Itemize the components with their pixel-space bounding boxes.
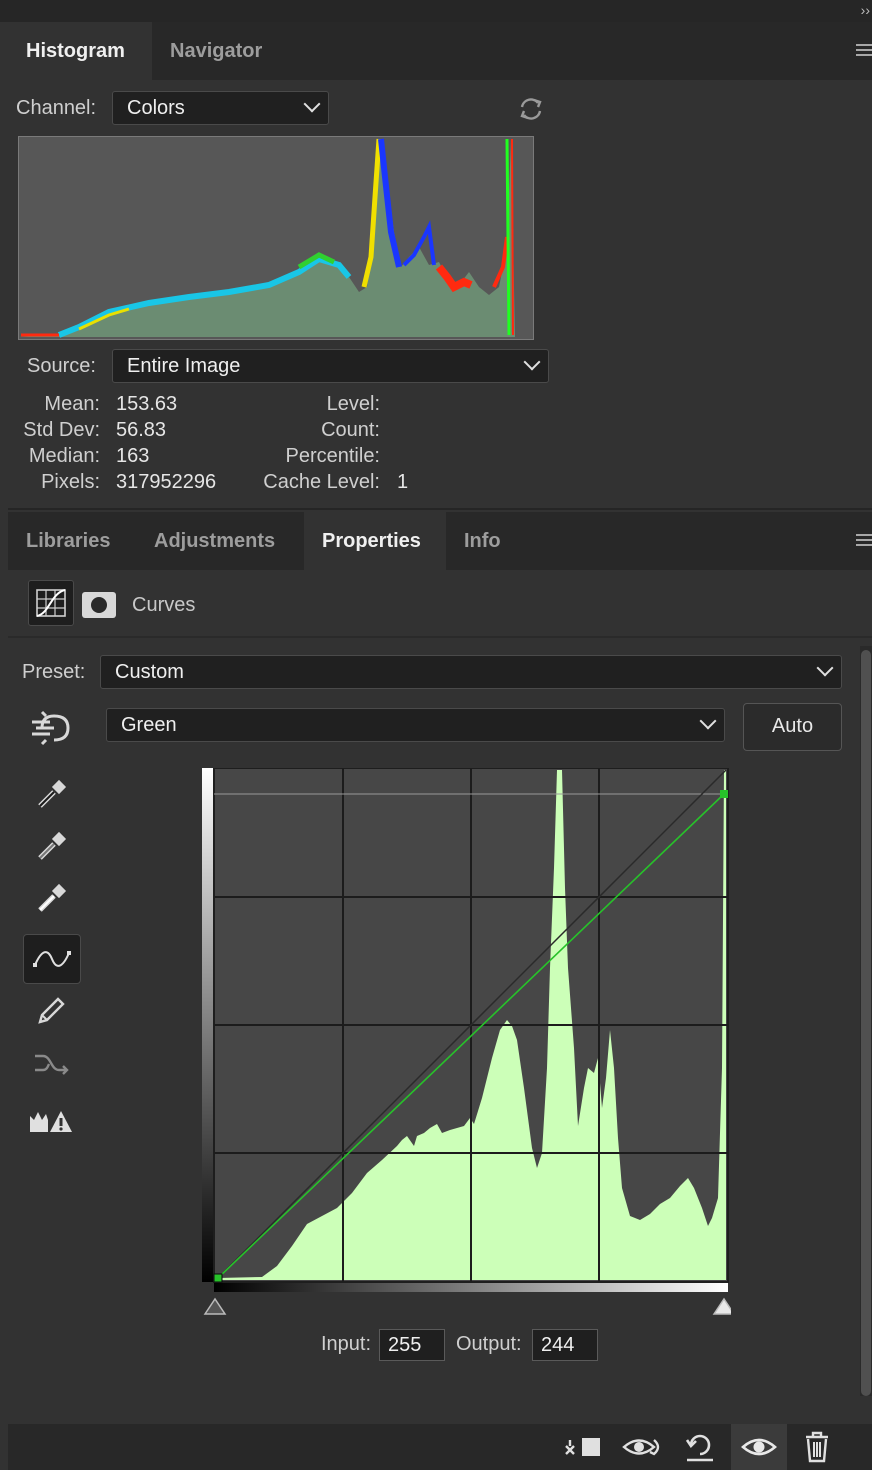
clip-to-layer-icon[interactable]: [562, 1428, 602, 1466]
pixels-label: Pixels:: [41, 471, 100, 493]
level-label: Level:: [326, 393, 380, 415]
adjustment-title: Curves: [132, 594, 196, 616]
median-value: 163: [116, 445, 150, 467]
panel-divider: [8, 508, 872, 510]
sample-highlight-eyedropper-icon[interactable]: [28, 876, 74, 922]
tab-adjustments[interactable]: Adjustments: [136, 512, 304, 570]
preset-label: Preset:: [22, 661, 86, 683]
tab-properties[interactable]: Properties: [304, 512, 446, 570]
cache-level-value: 1: [397, 471, 409, 493]
curve-points-icon[interactable]: [23, 934, 81, 984]
mean-label: Mean:: [44, 393, 100, 415]
refresh-icon[interactable]: [516, 94, 546, 124]
source-select[interactable]: Entire Image: [112, 349, 549, 383]
sample-shadow-eyedropper-icon[interactable]: [28, 772, 74, 818]
collapse-panels-icon[interactable]: ››: [861, 2, 870, 18]
targeted-adjustment-icon[interactable]: [28, 708, 74, 748]
header-divider: [8, 636, 872, 638]
curve-channel-select[interactable]: Green: [106, 708, 725, 742]
output-field[interactable]: 244: [532, 1329, 598, 1361]
preset-value: Custom: [115, 661, 184, 683]
sample-midtone-eyedropper-icon[interactable]: [28, 824, 74, 870]
pencil-icon[interactable]: [28, 988, 74, 1034]
stddev-label: Std Dev:: [23, 419, 100, 441]
view-previous-icon[interactable]: [622, 1428, 662, 1466]
count-label: Count:: [321, 419, 380, 441]
chevron-down-icon: [303, 95, 321, 113]
cache-level-label: Cache Level:: [263, 471, 380, 493]
curves-graph[interactable]: [202, 767, 736, 1316]
panel-dock-header: [0, 0, 872, 22]
mean-value: 153.63: [116, 393, 178, 415]
preset-select[interactable]: Custom: [100, 655, 842, 689]
histogram-panel-menu-icon[interactable]: [856, 44, 872, 58]
channel-label: Channel:: [16, 97, 97, 119]
chevron-down-icon: [699, 712, 717, 730]
channel-select[interactable]: Colors: [112, 91, 329, 125]
source-label: Source:: [27, 355, 96, 377]
curves-adjustment-icon[interactable]: [28, 580, 74, 626]
reset-icon[interactable]: [680, 1428, 720, 1466]
input-field[interactable]: 255: [379, 1329, 445, 1361]
chevron-down-icon: [816, 659, 834, 677]
input-label: Input:: [321, 1333, 372, 1355]
tab-navigator[interactable]: Navigator: [152, 22, 288, 80]
pixels-value: 317952296: [116, 471, 217, 493]
histogram-tabbar: Histogram Navigator: [8, 22, 872, 80]
smooth-icon[interactable]: [28, 1040, 74, 1086]
curve-channel-value: Green: [121, 714, 177, 736]
properties-scrollbar-thumb[interactable]: [861, 650, 871, 1396]
tab-histogram[interactable]: Histogram: [8, 22, 152, 80]
clipping-warning-icon[interactable]: [28, 1098, 74, 1144]
properties-panel-menu-icon[interactable]: [856, 534, 872, 548]
properties-tabbar: Libraries Adjustments Properties Info: [8, 512, 872, 570]
tab-info[interactable]: Info: [446, 512, 526, 570]
visibility-icon[interactable]: [739, 1428, 779, 1466]
median-label: Median:: [28, 445, 100, 467]
percentile-label: Percentile:: [285, 445, 381, 467]
stddev-value: 56.83: [116, 419, 167, 441]
channel-value: Colors: [127, 97, 185, 119]
source-value: Entire Image: [127, 355, 241, 377]
output-label: Output:: [456, 1333, 522, 1355]
chevron-down-icon: [523, 353, 541, 371]
tab-libraries[interactable]: Libraries: [8, 512, 136, 570]
auto-button[interactable]: Auto: [743, 703, 842, 751]
delete-icon[interactable]: [797, 1428, 837, 1466]
layer-mask-icon[interactable]: [82, 592, 116, 618]
histogram-graph: [18, 136, 534, 340]
